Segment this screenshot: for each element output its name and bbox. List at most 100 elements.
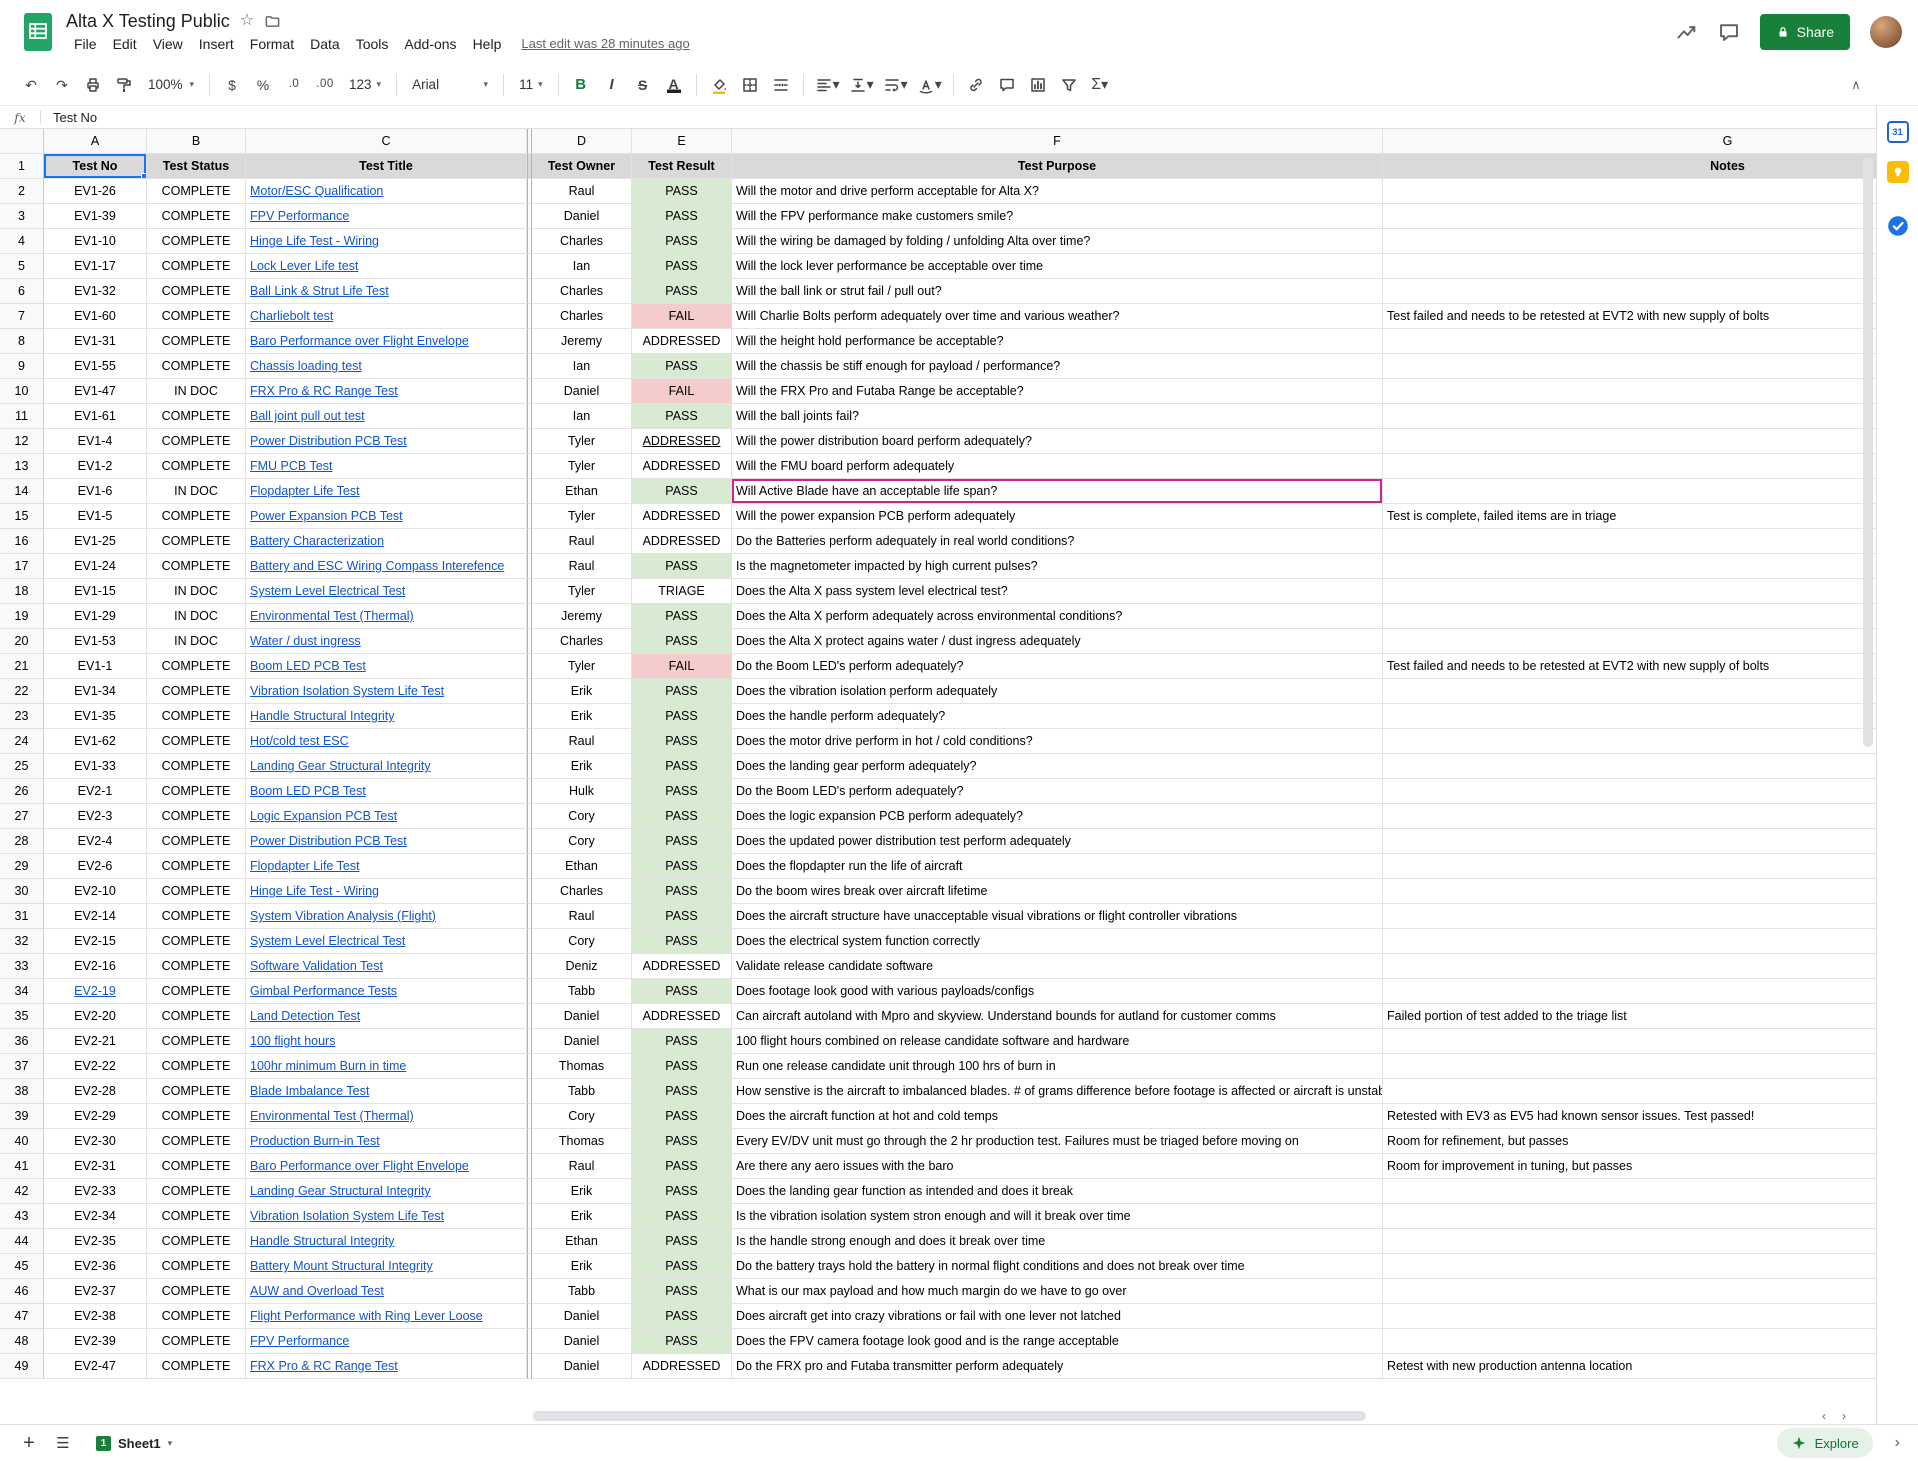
cell-A49[interactable]: EV2-47 xyxy=(44,1354,147,1379)
font-size-select[interactable]: 11▾ xyxy=(511,70,551,100)
cell-E46[interactable]: PASS xyxy=(632,1279,732,1304)
cell-C2[interactable]: Motor/ESC Qualification xyxy=(246,179,527,204)
menu-format[interactable]: Format xyxy=(242,34,302,54)
cell-E28[interactable]: PASS xyxy=(632,829,732,854)
account-avatar[interactable] xyxy=(1870,16,1902,48)
text-color-icon[interactable]: A xyxy=(659,70,689,100)
cell-A35[interactable]: EV2-20 xyxy=(44,1004,147,1029)
cell-G41[interactable]: Room for improvement in tuning, but pass… xyxy=(1383,1154,1876,1179)
show-side-panel-icon[interactable]: › xyxy=(1895,1434,1900,1452)
test-title-link[interactable]: Production Burn-in Test xyxy=(250,1134,380,1148)
sheet-tab-caret-icon[interactable]: ▾ xyxy=(168,1438,173,1449)
column-header-D[interactable]: D xyxy=(532,129,632,154)
format-percent-icon[interactable]: % xyxy=(248,70,278,100)
cell-C36[interactable]: 100 flight hours xyxy=(246,1029,527,1054)
test-title-link[interactable]: Boom LED PCB Test xyxy=(250,784,366,798)
cell-D48[interactable]: Daniel xyxy=(532,1329,632,1354)
cell-B33[interactable]: COMPLETE xyxy=(147,954,246,979)
cell-F33[interactable]: Validate release candidate software xyxy=(732,954,1383,979)
cell-G23[interactable] xyxy=(1383,704,1876,729)
row-header-3[interactable]: 3 xyxy=(0,204,44,229)
cell-D39[interactable]: Cory xyxy=(532,1104,632,1129)
functions-icon[interactable]: Σ▾ xyxy=(1085,70,1115,100)
cell-A37[interactable]: EV2-22 xyxy=(44,1054,147,1079)
test-title-link[interactable]: Chassis loading test xyxy=(250,359,362,373)
cell-A5[interactable]: EV1-17 xyxy=(44,254,147,279)
cell-C37[interactable]: 100hr minimum Burn in time xyxy=(246,1054,527,1079)
cell-F11[interactable]: Will the ball joints fail? xyxy=(732,404,1383,429)
cell-D17[interactable]: Raul xyxy=(532,554,632,579)
cell-C15[interactable]: Power Expansion PCB Test xyxy=(246,504,527,529)
cell-D46[interactable]: Tabb xyxy=(532,1279,632,1304)
cell-E22[interactable]: PASS xyxy=(632,679,732,704)
cell-G15[interactable]: Test is complete, failed items are in tr… xyxy=(1383,504,1876,529)
cell-G48[interactable] xyxy=(1383,1329,1876,1354)
cell-D21[interactable]: Tyler xyxy=(532,654,632,679)
insights-icon[interactable] xyxy=(1676,21,1698,43)
calendar-icon[interactable]: 31 xyxy=(1886,120,1910,144)
cell-E43[interactable]: PASS xyxy=(632,1204,732,1229)
cell-G17[interactable] xyxy=(1383,554,1876,579)
cell-G3[interactable] xyxy=(1383,204,1876,229)
cell-G29[interactable] xyxy=(1383,854,1876,879)
test-title-link[interactable]: Power Distribution PCB Test xyxy=(250,434,407,448)
cell-F12[interactable]: Will the power distribution board perfor… xyxy=(732,429,1383,454)
cell-D32[interactable]: Cory xyxy=(532,929,632,954)
cell-E12[interactable]: ADDRESSED xyxy=(632,429,732,454)
test-title-link[interactable]: Logic Expansion PCB Test xyxy=(250,809,397,823)
cell-E15[interactable]: ADDRESSED xyxy=(632,504,732,529)
cell-F43[interactable]: Is the vibration isolation system stron … xyxy=(732,1204,1383,1229)
cell-B41[interactable]: COMPLETE xyxy=(147,1154,246,1179)
row-header-49[interactable]: 49 xyxy=(0,1354,44,1379)
cell-C49[interactable]: FRX Pro & RC Range Test xyxy=(246,1354,527,1379)
column-header-B[interactable]: B xyxy=(147,129,246,154)
cell-D38[interactable]: Tabb xyxy=(532,1079,632,1104)
cell-B8[interactable]: COMPLETE xyxy=(147,329,246,354)
cell-C47[interactable]: Flight Performance with Ring Lever Loose xyxy=(246,1304,527,1329)
cell-A39[interactable]: EV2-29 xyxy=(44,1104,147,1129)
cell-D19[interactable]: Jeremy xyxy=(532,604,632,629)
undo-icon[interactable]: ↶ xyxy=(16,70,46,100)
move-folder-icon[interactable] xyxy=(264,13,281,30)
cell-G31[interactable] xyxy=(1383,904,1876,929)
cell-D4[interactable]: Charles xyxy=(532,229,632,254)
number-format-select[interactable]: 123▾ xyxy=(341,70,389,100)
cell-G36[interactable] xyxy=(1383,1029,1876,1054)
cell-F6[interactable]: Will the ball link or strut fail / pull … xyxy=(732,279,1383,304)
cell-D3[interactable]: Daniel xyxy=(532,204,632,229)
cell-G8[interactable] xyxy=(1383,329,1876,354)
cell-E37[interactable]: PASS xyxy=(632,1054,732,1079)
test-title-link[interactable]: Hot/cold test ESC xyxy=(250,734,349,748)
cell-G44[interactable] xyxy=(1383,1229,1876,1254)
cell-F29[interactable]: Does the flopdapter run the life of airc… xyxy=(732,854,1383,879)
cell-F47[interactable]: Does aircraft get into crazy vibrations … xyxy=(732,1304,1383,1329)
cell-B22[interactable]: COMPLETE xyxy=(147,679,246,704)
cell-C9[interactable]: Chassis loading test xyxy=(246,354,527,379)
column-header-C[interactable]: C xyxy=(246,129,527,154)
cell-D25[interactable]: Erik xyxy=(532,754,632,779)
cell-G46[interactable] xyxy=(1383,1279,1876,1304)
row-header-14[interactable]: 14 xyxy=(0,479,44,504)
cell-B7[interactable]: COMPLETE xyxy=(147,304,246,329)
cell-E32[interactable]: PASS xyxy=(632,929,732,954)
cell-D40[interactable]: Thomas xyxy=(532,1129,632,1154)
test-title-link[interactable]: Charliebolt test xyxy=(250,309,333,323)
cell-B18[interactable]: IN DOC xyxy=(147,579,246,604)
cell-D13[interactable]: Tyler xyxy=(532,454,632,479)
cell-D41[interactable]: Raul xyxy=(532,1154,632,1179)
cell-C17[interactable]: Battery and ESC Wiring Compass Interefen… xyxy=(246,554,527,579)
cell-G20[interactable] xyxy=(1383,629,1876,654)
cell-E44[interactable]: PASS xyxy=(632,1229,732,1254)
cell-E23[interactable]: PASS xyxy=(632,704,732,729)
cell-F38[interactable]: How senstive is the aircraft to imbalanc… xyxy=(732,1079,1383,1104)
row-header-33[interactable]: 33 xyxy=(0,954,44,979)
row-header-9[interactable]: 9 xyxy=(0,354,44,379)
cell-A13[interactable]: EV1-2 xyxy=(44,454,147,479)
cell-B37[interactable]: COMPLETE xyxy=(147,1054,246,1079)
comment-history-icon[interactable] xyxy=(1718,21,1740,43)
test-title-link[interactable]: Motor/ESC Qualification xyxy=(250,184,383,198)
cell-G12[interactable] xyxy=(1383,429,1876,454)
text-wrap-icon[interactable]: ▾ xyxy=(879,70,912,100)
cell-B5[interactable]: COMPLETE xyxy=(147,254,246,279)
test-title-link[interactable]: Landing Gear Structural Integrity xyxy=(250,759,431,773)
